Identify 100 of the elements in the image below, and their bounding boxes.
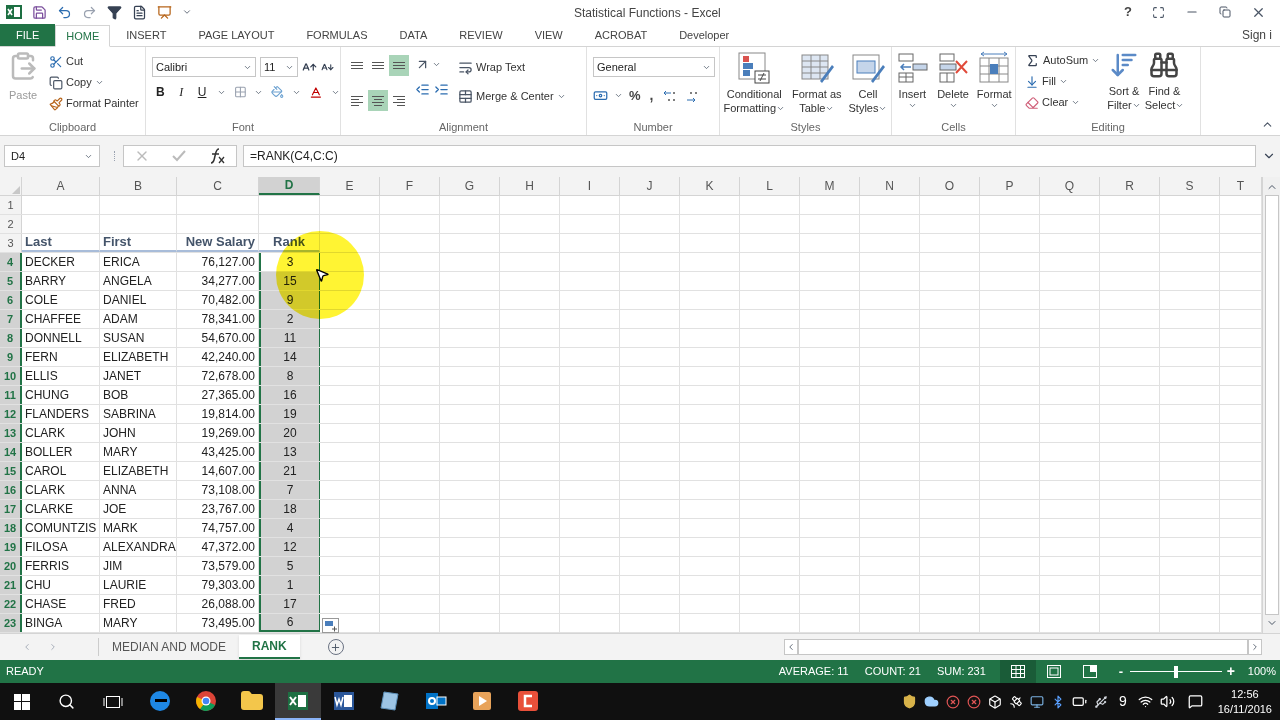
comma-button[interactable]: , [646, 85, 657, 106]
row-header[interactable]: 8 [0, 329, 22, 347]
restore-icon[interactable] [1219, 6, 1231, 18]
row-header[interactable]: 7 [0, 310, 22, 328]
presentation-icon[interactable] [157, 4, 172, 20]
usb-icon[interactable] [1093, 694, 1108, 709]
column-header[interactable]: L [740, 177, 800, 195]
monitor-icon[interactable] [1029, 694, 1044, 709]
column-header[interactable]: A [22, 177, 100, 195]
zoom-out-button[interactable]: - [1115, 661, 1126, 682]
check-icon[interactable] [171, 149, 187, 163]
zoom-thumb[interactable] [1173, 665, 1178, 678]
customize-caret-icon[interactable] [182, 7, 192, 17]
underline-button[interactable]: U [195, 83, 209, 101]
bold-button[interactable]: B [154, 83, 167, 101]
form-icon[interactable] [132, 4, 147, 20]
scroll-right-icon[interactable] [1250, 642, 1260, 652]
row-header[interactable]: 21 [0, 576, 22, 594]
column-header[interactable]: S [1160, 177, 1220, 195]
row-header[interactable]: 1 [0, 196, 22, 214]
satellite-icon[interactable] [1008, 694, 1023, 709]
cut-button[interactable]: Cut [46, 51, 142, 72]
accounting-icon[interactable] [593, 88, 608, 103]
fill-button[interactable]: Fill [1022, 71, 1104, 92]
quick-analysis-icon[interactable] [322, 618, 339, 633]
ribbon-tab[interactable]: VIEW [518, 24, 579, 46]
column-header[interactable]: E [320, 177, 380, 195]
formula-field[interactable]: =RANK(C4,C:C) [243, 145, 1256, 167]
row-header[interactable]: 14 [0, 443, 22, 461]
ribbon-tab[interactable]: FORMULAS [290, 24, 384, 46]
row-header[interactable]: 10 [0, 367, 22, 385]
volume-icon[interactable] [1159, 694, 1175, 709]
row-header[interactable]: 4 [0, 253, 22, 271]
wifi-icon[interactable] [1137, 694, 1153, 709]
copy-button[interactable]: Copy [46, 72, 142, 93]
format-painter-button[interactable]: Format Painter [46, 93, 142, 114]
italic-button[interactable]: I [174, 83, 188, 101]
column-header[interactable]: K [680, 177, 740, 195]
row-header[interactable]: 22 [0, 595, 22, 613]
column-header[interactable]: H [500, 177, 560, 195]
number-format-field[interactable]: General [593, 57, 715, 77]
row-header[interactable]: 5 [0, 272, 22, 290]
column-header[interactable]: G [440, 177, 500, 195]
error-icon[interactable] [966, 694, 981, 709]
ribbon-tab[interactable]: INSERT [110, 24, 183, 46]
font-color-icon[interactable] [309, 84, 323, 100]
redo-icon[interactable] [82, 4, 97, 20]
column-header[interactable]: I [560, 177, 620, 195]
clock[interactable]: 12:56 16/11/2016 [1217, 686, 1272, 717]
cells-button[interactable]: Insert [895, 51, 930, 119]
battery-icon[interactable] [1071, 694, 1087, 709]
filter-icon[interactable] [107, 4, 122, 20]
column-header[interactable]: F [380, 177, 440, 195]
cells-button[interactable]: Delete [936, 51, 971, 119]
style-button[interactable]: Conditional Formatting [723, 51, 786, 119]
task-view-icon[interactable] [103, 694, 123, 709]
ribbon-tab[interactable]: FILE [0, 24, 56, 46]
clear-button[interactable]: Clear [1022, 92, 1104, 113]
help-button[interactable]: ? [1124, 2, 1132, 22]
sheet-tab[interactable]: RANK [239, 635, 300, 659]
column-header[interactable]: D [259, 177, 320, 195]
style-button[interactable]: Format as Table [792, 51, 842, 119]
sheet-tab[interactable]: MEDIAN AND MODE [99, 635, 239, 659]
ribbon-tab[interactable]: HOME [55, 25, 111, 47]
autosum-button[interactable]: AutoSum [1022, 50, 1104, 71]
row-header[interactable]: 2 [0, 215, 22, 233]
zoom-level[interactable]: 100% [1247, 663, 1276, 680]
column-header[interactable]: J [620, 177, 680, 195]
find-select-button[interactable]: Find & Select [1144, 50, 1185, 119]
row-header[interactable]: 23 [0, 614, 22, 632]
merge-center-button[interactable]: Merge & Center [455, 86, 569, 107]
row-header[interactable]: 13 [0, 424, 22, 442]
scroll-left-icon[interactable] [786, 642, 796, 652]
zoom-slider[interactable] [1129, 665, 1222, 678]
row-header[interactable]: 17 [0, 500, 22, 518]
column-header[interactable]: B [100, 177, 177, 195]
zoom-in-button[interactable]: + [1225, 661, 1236, 682]
box-icon[interactable] [987, 694, 1002, 709]
start-icon[interactable] [14, 693, 30, 710]
row-header[interactable]: 16 [0, 481, 22, 499]
ribbon-tab[interactable]: ACROBAT [578, 24, 664, 46]
column-header[interactable]: Q [1040, 177, 1100, 195]
style-button[interactable]: Cell Styles [848, 51, 888, 119]
shield-icon[interactable] [901, 694, 917, 709]
cells-button[interactable]: Format [976, 51, 1012, 119]
row-header[interactable]: 19 [0, 538, 22, 556]
view-button[interactable] [999, 660, 1036, 683]
row-header[interactable]: 3 [0, 234, 22, 252]
ribbon-tab[interactable]: Developer [663, 24, 746, 46]
row-header[interactable]: 9 [0, 348, 22, 366]
scrollbar-thumb[interactable] [1264, 195, 1279, 615]
sort-filter-button[interactable]: Sort & Filter [1107, 50, 1141, 119]
row-header[interactable]: 18 [0, 519, 22, 537]
notification-icon[interactable] [1187, 694, 1203, 709]
save-icon[interactable] [32, 4, 47, 20]
align-button[interactable] [389, 55, 409, 76]
fill-color-icon[interactable] [271, 85, 285, 99]
column-header[interactable]: O [920, 177, 980, 195]
spreadsheet-app-icon[interactable] [6, 4, 22, 20]
row-header[interactable]: 15 [0, 462, 22, 480]
